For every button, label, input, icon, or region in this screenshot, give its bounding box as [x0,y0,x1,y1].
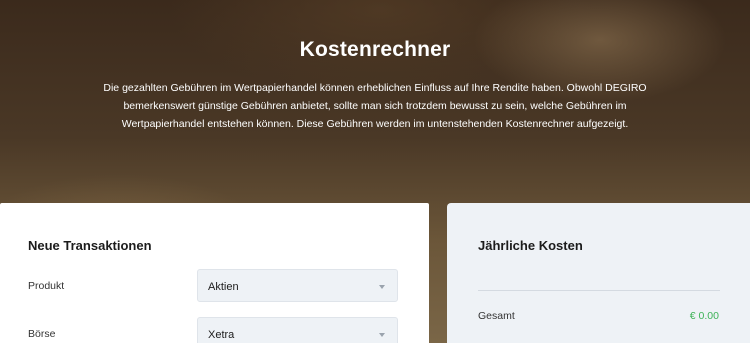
chevron-down-icon [379,285,385,289]
divider [478,290,720,291]
exchange-select-value: Xetra [208,329,235,341]
product-label: Produkt [28,280,65,292]
new-transactions-title: Neue Transaktionen [28,238,152,253]
exchange-label: Börse [28,328,56,340]
total-label: Gesamt [478,310,515,322]
annual-costs-card [447,203,750,343]
product-select-value: Aktien [208,281,239,293]
page-title: Kostenrechner [299,38,451,61]
product-select[interactable]: Aktien [197,269,398,302]
annual-costs-title: Jährliche Kosten [478,238,583,253]
page-description: Die gezahlten Gebühren im Wertpapierhand… [103,82,647,130]
chevron-down-icon [379,333,385,337]
exchange-select[interactable]: Xetra [197,317,398,343]
total-value: € 0.00 [689,310,719,322]
